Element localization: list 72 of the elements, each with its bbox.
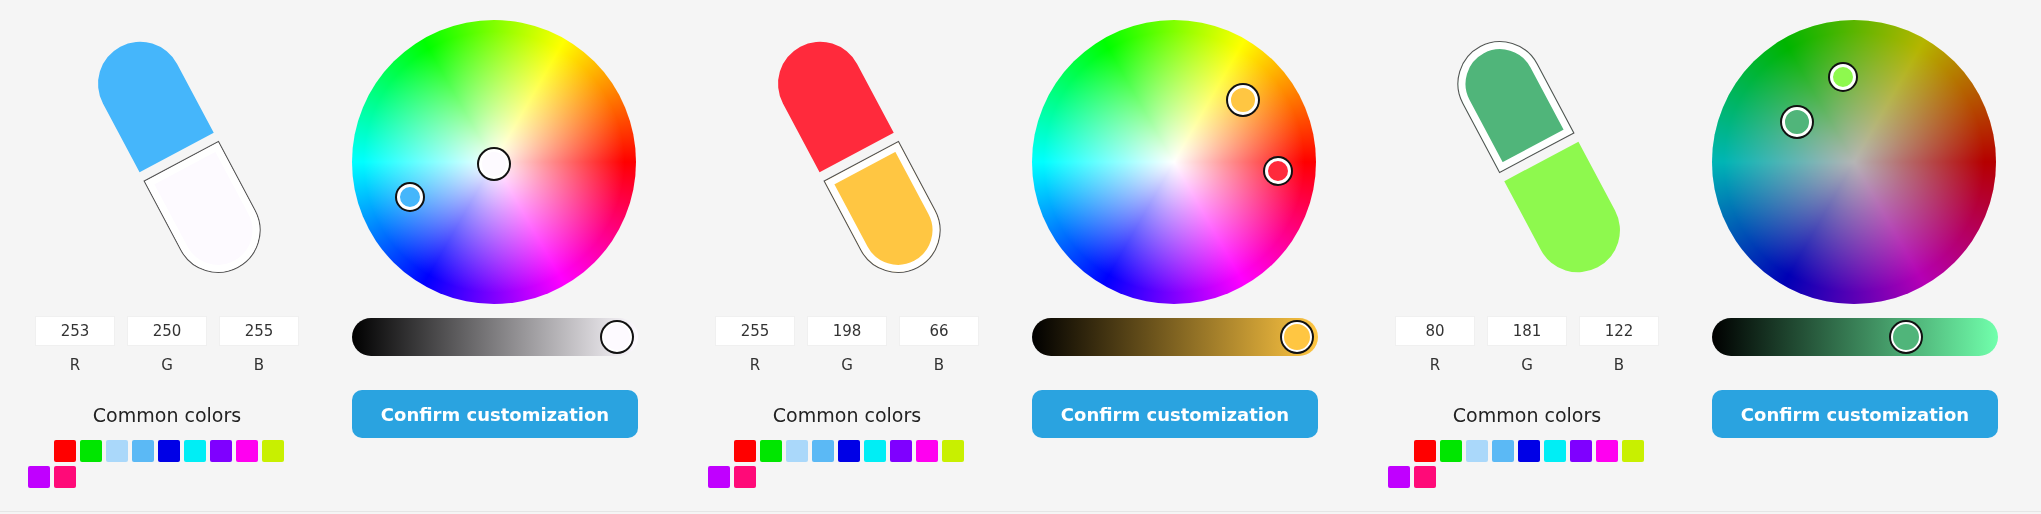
- rgb-field[interactable]: 250: [127, 316, 207, 346]
- color-swatch[interactable]: [838, 440, 860, 462]
- color-swatch[interactable]: [1414, 440, 1436, 462]
- channel-label: G: [161, 356, 173, 374]
- color-swatch[interactable]: [54, 466, 76, 488]
- color-swatch[interactable]: [864, 440, 886, 462]
- color-swatch[interactable]: [708, 466, 730, 488]
- color-swatch[interactable]: [942, 440, 964, 462]
- brightness-slider[interactable]: [1712, 318, 1998, 356]
- channel-label: G: [1521, 356, 1533, 374]
- color-swatch[interactable]: [210, 440, 232, 462]
- color-swatch[interactable]: [1622, 440, 1644, 462]
- rgb-field[interactable]: 80: [1395, 316, 1475, 346]
- rgb-field[interactable]: 253: [35, 316, 115, 346]
- color-marker[interactable]: [397, 184, 424, 211]
- color-swatch[interactable]: [734, 440, 756, 462]
- color-swatch[interactable]: [1440, 440, 1462, 462]
- color-swatch[interactable]: [1388, 466, 1410, 488]
- color-swatch[interactable]: [28, 466, 50, 488]
- brightness-slider[interactable]: [1032, 318, 1318, 356]
- channel-label: R: [69, 356, 81, 374]
- color-marker[interactable]: [1829, 63, 1856, 90]
- rgb-field[interactable]: 66: [899, 316, 979, 346]
- color-swatch[interactable]: [54, 440, 76, 462]
- color-swatch[interactable]: [734, 466, 756, 488]
- rgb-field[interactable]: 198: [807, 316, 887, 346]
- color-swatch[interactable]: [1596, 440, 1618, 462]
- rgb-field[interactable]: 255: [219, 316, 299, 346]
- color-marker[interactable]: [1264, 158, 1291, 185]
- rgb-field[interactable]: 181: [1487, 316, 1567, 346]
- section-title: Common colors: [772, 404, 922, 426]
- channel-label: G: [841, 356, 853, 374]
- color-swatch[interactable]: [236, 440, 258, 462]
- capsule-half[interactable]: [1504, 141, 1620, 273]
- capsule-half[interactable]: [823, 141, 941, 273]
- color-marker[interactable]: [479, 149, 510, 180]
- color-swatch[interactable]: [1414, 466, 1436, 488]
- slider-thumb[interactable]: [1890, 322, 1921, 352]
- color-swatch[interactable]: [80, 440, 102, 462]
- slider-thumb[interactable]: [1282, 322, 1312, 352]
- capsule-half[interactable]: [98, 41, 214, 173]
- capsule-half[interactable]: [1457, 41, 1575, 173]
- color-swatch[interactable]: [812, 440, 834, 462]
- color-swatch[interactable]: [760, 440, 782, 462]
- channel-label: R: [749, 356, 761, 374]
- color-swatch[interactable]: [890, 440, 912, 462]
- color-swatch[interactable]: [1570, 440, 1592, 462]
- color-swatch[interactable]: [1466, 440, 1488, 462]
- color-swatch[interactable]: [1518, 440, 1540, 462]
- color-swatch[interactable]: [1492, 440, 1514, 462]
- color-swatch[interactable]: [158, 440, 180, 462]
- brightness-slider[interactable]: [352, 318, 638, 356]
- rgb-field[interactable]: 122: [1579, 316, 1659, 346]
- color-swatch[interactable]: [106, 440, 128, 462]
- color-swatch[interactable]: [262, 440, 284, 462]
- rgb-field[interactable]: 255: [715, 316, 795, 346]
- slider-thumb[interactable]: [602, 322, 632, 352]
- capsule-half[interactable]: [778, 41, 894, 173]
- color-swatch[interactable]: [184, 440, 206, 462]
- section-title: Common colors: [92, 404, 242, 426]
- color-swatch[interactable]: [916, 440, 938, 462]
- section-title: Common colors: [1452, 404, 1602, 426]
- capsule-half[interactable]: [143, 141, 261, 273]
- color-swatch[interactable]: [786, 440, 808, 462]
- color-swatch[interactable]: [1544, 440, 1566, 462]
- channel-label: B: [253, 356, 265, 374]
- color-swatch[interactable]: [132, 440, 154, 462]
- color-marker[interactable]: [1781, 106, 1812, 137]
- channel-label: R: [1429, 356, 1441, 374]
- color-marker[interactable]: [1227, 85, 1258, 116]
- channel-label: B: [1613, 356, 1625, 374]
- channel-label: B: [933, 356, 945, 374]
